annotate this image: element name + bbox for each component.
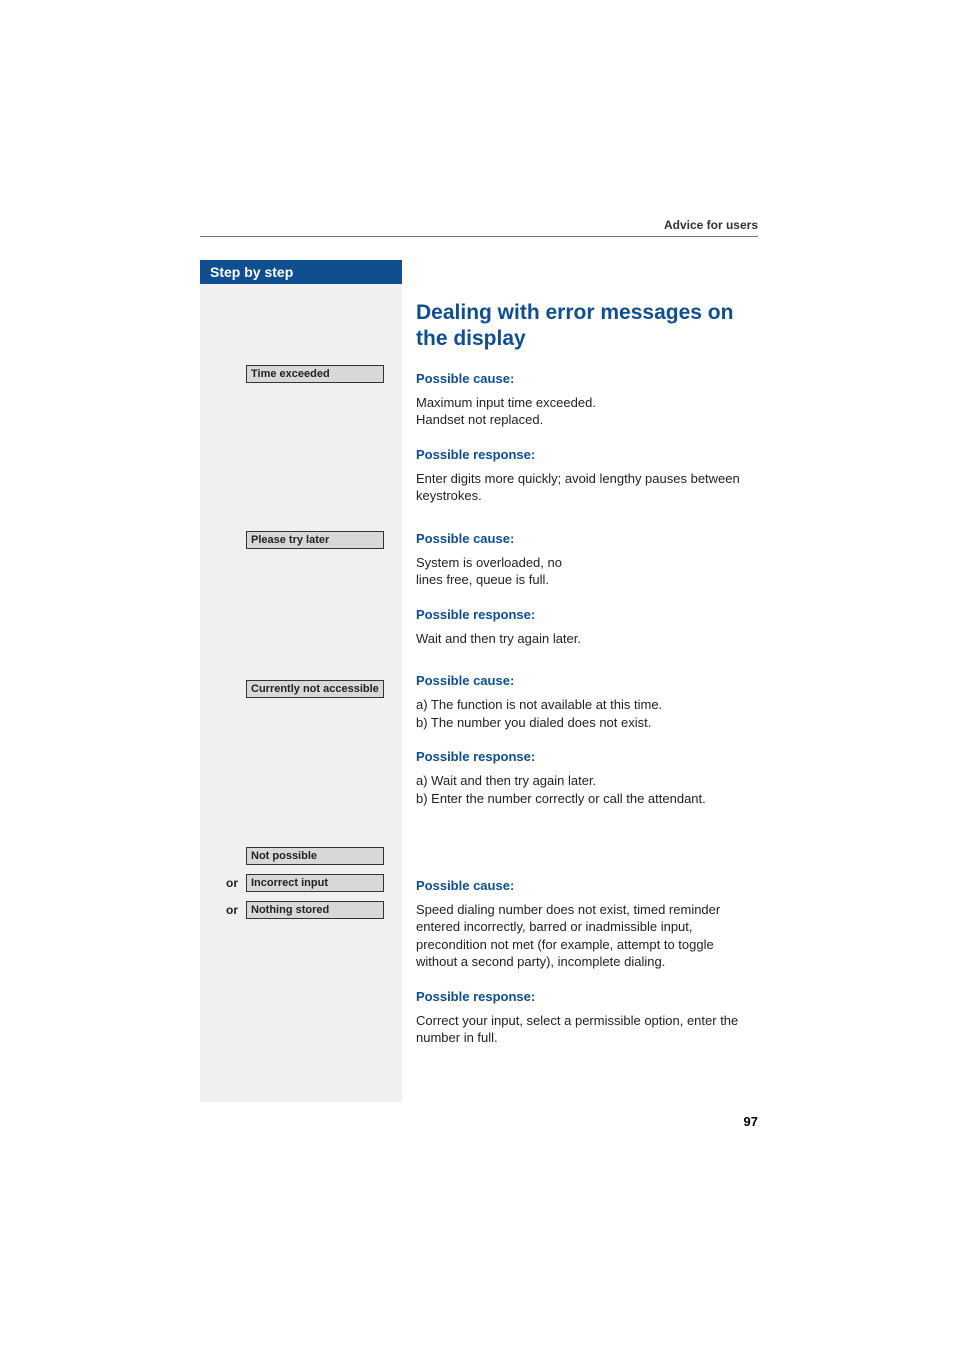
possible-response-text: Wait and then try again later. — [416, 630, 758, 648]
possible-cause-heading: Possible cause: — [416, 878, 758, 893]
or-label-2: or — [226, 903, 238, 917]
possible-cause-heading: Possible cause: — [416, 531, 758, 546]
possible-cause-heading: Possible cause: — [416, 371, 758, 386]
error-block-1: Possible cause: System is overloaded, no… — [416, 531, 758, 648]
header-divider — [200, 236, 758, 237]
display-box-incorrect-input: Incorrect input — [246, 874, 384, 892]
display-box-nothing-stored: Nothing stored — [246, 901, 384, 919]
page-header: Advice for users — [664, 218, 758, 232]
error-block-2: Possible cause: a) The function is not a… — [416, 673, 758, 807]
error-block-3: Possible cause: Speed dialing number doe… — [416, 878, 758, 1047]
error-block-0: Possible cause: Maximum input time excee… — [416, 371, 758, 505]
possible-response-heading: Possible response: — [416, 607, 758, 622]
possible-response-heading: Possible response: — [416, 749, 758, 764]
display-box-not-possible: Not possible — [246, 847, 384, 865]
possible-response-heading: Possible response: — [416, 447, 758, 462]
main-content: Dealing with error messages on the displ… — [416, 300, 758, 1073]
sidebar-title: Step by step — [200, 260, 402, 284]
possible-cause-text: a) The function is not available at this… — [416, 696, 758, 731]
display-box-time-exceeded: Time exceeded — [246, 365, 384, 383]
possible-cause-text: Speed dialing number does not exist, tim… — [416, 901, 758, 971]
section-title: Dealing with error messages on the displ… — [416, 300, 758, 353]
possible-cause-heading: Possible cause: — [416, 673, 758, 688]
display-box-please-try-later: Please try later — [246, 531, 384, 549]
possible-response-text: Correct your input, select a permissible… — [416, 1012, 758, 1047]
possible-response-text: Enter digits more quickly; avoid lengthy… — [416, 470, 758, 505]
possible-response-heading: Possible response: — [416, 989, 758, 1004]
display-box-currently-not-accessible: Currently not accessible — [246, 680, 384, 698]
possible-cause-text: Maximum input time exceeded. Handset not… — [416, 394, 758, 429]
possible-response-text: a) Wait and then try again later. b) Ent… — [416, 772, 758, 807]
page-number: 97 — [744, 1114, 758, 1129]
or-label-1: or — [226, 876, 238, 890]
possible-cause-text: System is overloaded, no lines free, que… — [416, 554, 758, 589]
